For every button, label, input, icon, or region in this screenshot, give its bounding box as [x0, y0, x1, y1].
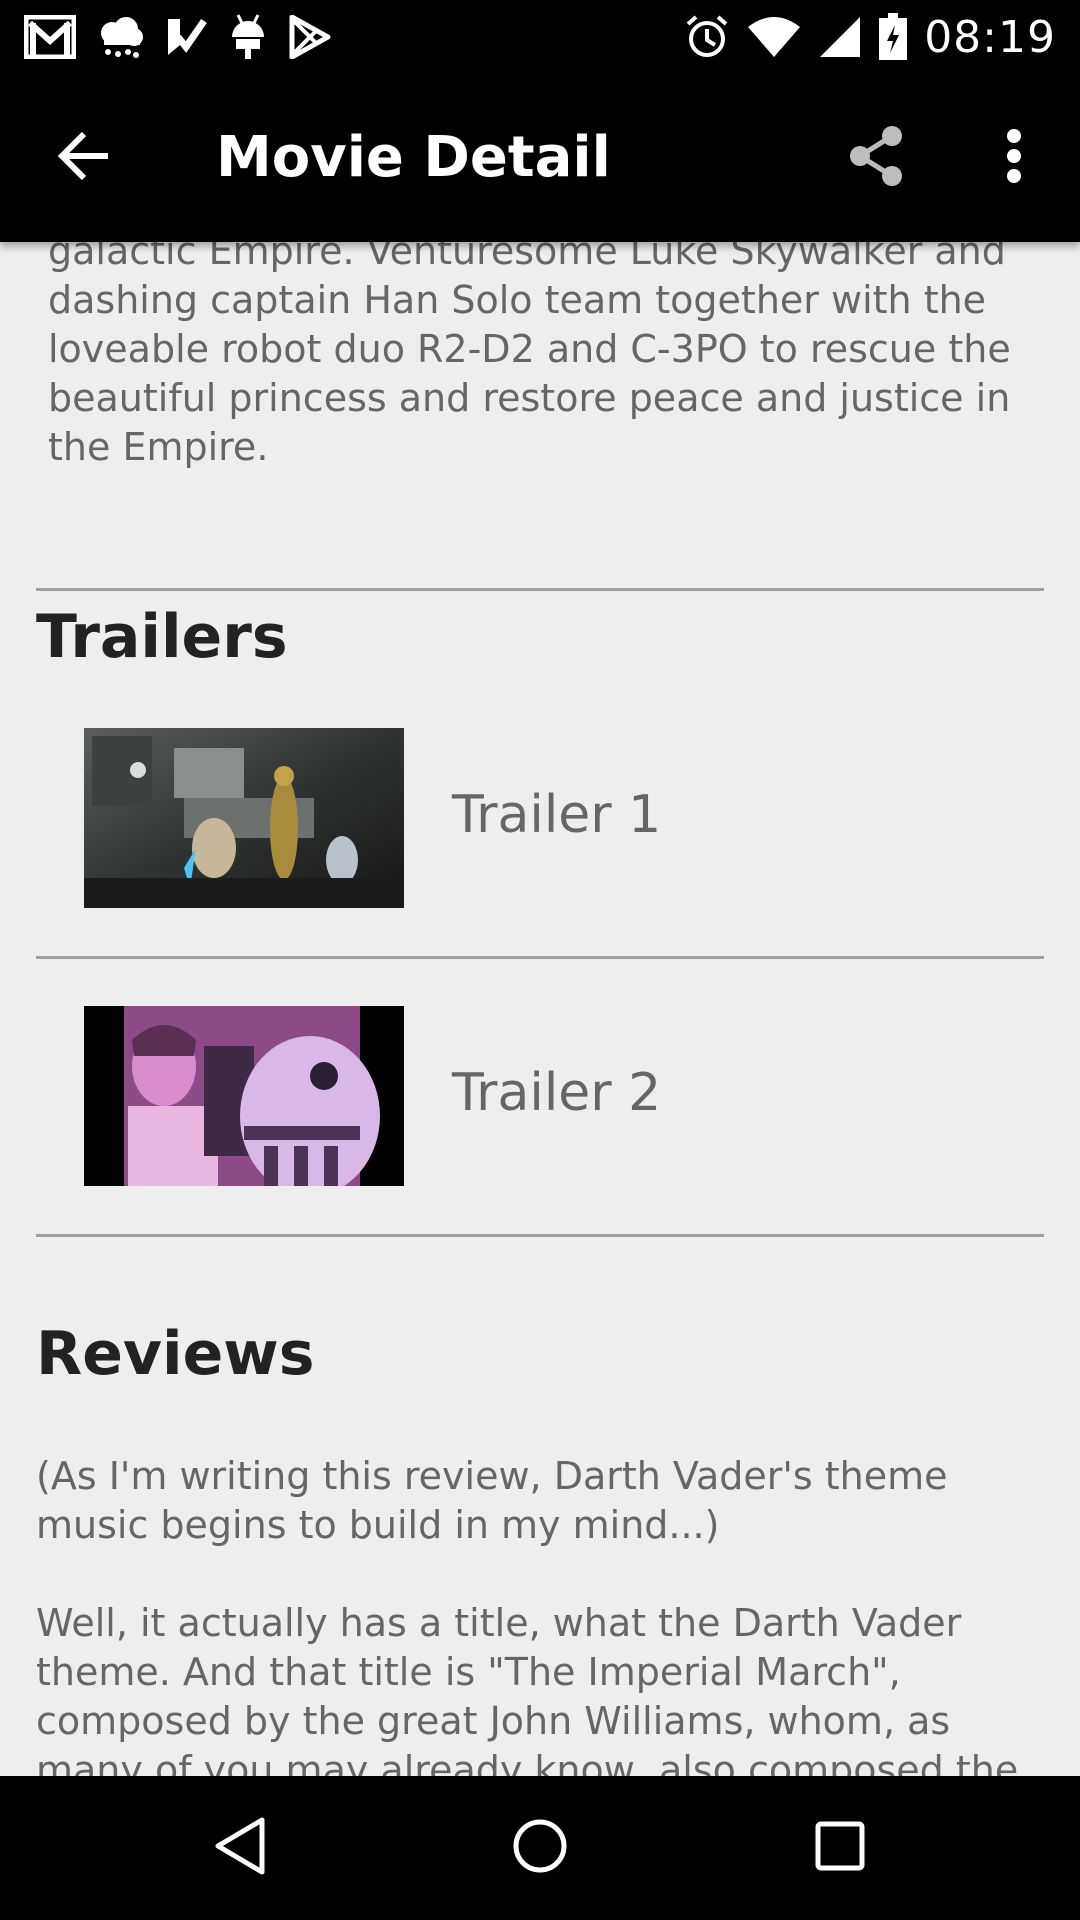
- divider: [36, 1234, 1044, 1237]
- wifi-icon: [746, 15, 802, 59]
- reviews-heading: Reviews: [36, 1319, 315, 1389]
- divider: [36, 956, 1044, 959]
- battery-icon: [878, 13, 908, 61]
- share-button[interactable]: [832, 114, 920, 202]
- nav-home-icon: [512, 1818, 568, 1878]
- android-icon: [228, 13, 268, 61]
- system-navigation-bar: [0, 1776, 1080, 1920]
- trailer-label: Trailer 2: [452, 1063, 662, 1123]
- nav-recents-icon: [814, 1820, 866, 1876]
- status-clock: 08:19: [924, 11, 1056, 63]
- nav-back-button[interactable]: [180, 1798, 300, 1898]
- trailer-label: Trailer 1: [452, 785, 662, 845]
- status-bar: 08:19: [0, 0, 1080, 74]
- review-paragraph: (As I'm writing this review, Darth Vader…: [36, 1454, 948, 1547]
- notification-icons: [24, 10, 332, 64]
- arrow-back-icon: [56, 130, 112, 186]
- gmail-icon: [24, 15, 76, 59]
- divider: [36, 588, 1044, 591]
- detail-scroll-content[interactable]: evil Imperial forces in their effort to …: [0, 242, 1080, 1776]
- trailer-item[interactable]: Trailer 2: [36, 1006, 1044, 1192]
- page-title: Movie Detail: [216, 125, 611, 190]
- nav-home-button[interactable]: [480, 1798, 600, 1898]
- system-status-icons: 08:19: [684, 8, 1056, 66]
- trailer-item[interactable]: Trailer 1: [36, 728, 1044, 914]
- trailer-thumbnail: [84, 1006, 404, 1186]
- nav-back-icon: [212, 1816, 268, 1880]
- review-paragraph: Well, it actually has a title, what the …: [36, 1601, 1019, 1776]
- movie-detail-screen: 08:19 Movie Detail galactic Empire. Vent…: [0, 0, 1080, 1920]
- weather-rain-icon: [96, 15, 144, 59]
- trailers-heading: Trailers: [36, 602, 288, 672]
- alarm-icon: [684, 14, 730, 60]
- overflow-menu-button[interactable]: [970, 114, 1058, 202]
- app-bar: Movie Detail: [0, 74, 1080, 242]
- signal-icon: [818, 15, 862, 59]
- back-button[interactable]: [40, 114, 128, 202]
- task-check-icon: [164, 15, 208, 59]
- trailer-thumbnail: [84, 728, 404, 908]
- nav-recents-button[interactable]: [780, 1798, 900, 1898]
- share-icon: [846, 124, 906, 192]
- more-vert-icon: [1004, 128, 1024, 188]
- play-store-icon: [288, 15, 332, 59]
- overview-text: evil Imperial forces in their effort to …: [48, 242, 1011, 469]
